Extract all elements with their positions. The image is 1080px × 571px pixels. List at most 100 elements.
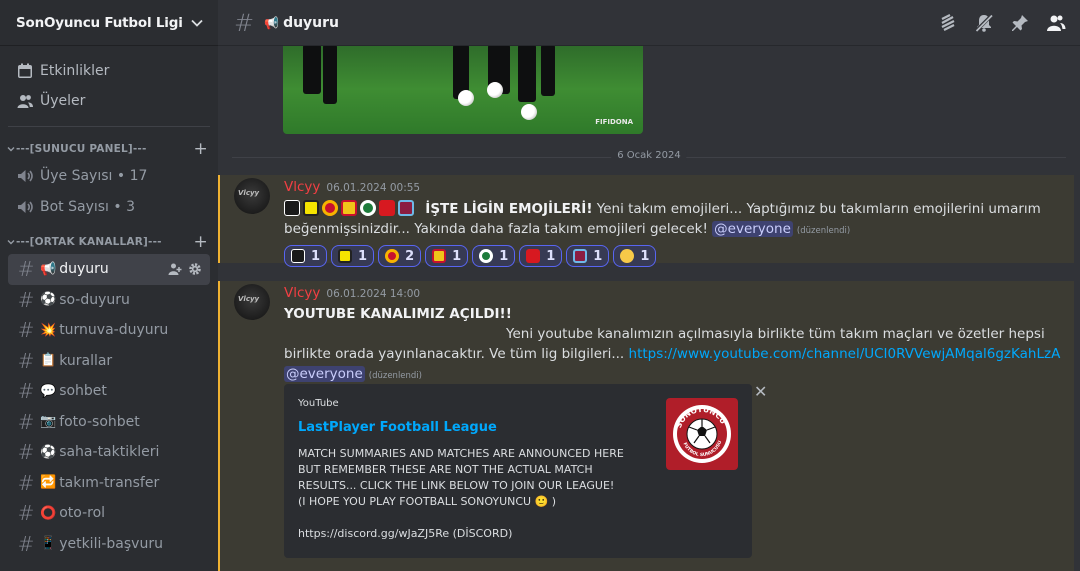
channel-duyuru[interactable]: # 📢 duyuru [8, 254, 210, 285]
message-timestamp: 06.01.2024 00:55 [326, 182, 421, 194]
channel-emoji: 🔁 [40, 475, 57, 491]
message[interactable]: Vlcyy Vlcyy 06.01.2024 00:55 İŞTE LİGİN E… [218, 175, 1074, 267]
category-ortak-kanallar[interactable]: ---[ORTAK KANALLAR]--- + [0, 230, 218, 254]
hash-icon: # [17, 501, 35, 526]
embed-thumbnail[interactable]: SONOYUNCU FUTBOL SUNUCUSU [666, 398, 738, 470]
channel-emoji: 💥 [40, 322, 57, 338]
reaction-button[interactable]: 1 [613, 245, 657, 267]
channel-emoji: 📢 [40, 261, 57, 277]
nav-events-label: Etkinlikler [40, 63, 110, 79]
chevron-down-icon [191, 19, 203, 27]
avatar[interactable]: Vlcyy [234, 284, 270, 320]
notification-muted-icon[interactable] [974, 13, 994, 33]
message-text: Yeni takım emojileri... Yaptığımız bu ta… [592, 201, 1041, 217]
reaction-count: 1 [640, 248, 650, 264]
voice-channel-bot-sayisi[interactable]: Bot Sayısı • 3 [8, 192, 210, 223]
reaction-count: 1 [452, 248, 462, 264]
reaction-button[interactable]: 1 [425, 245, 469, 267]
team-emoji-icon [385, 249, 400, 263]
message-author[interactable]: Vlcyy [284, 179, 320, 195]
channel-header: # 📢 duyuru [218, 0, 1080, 46]
member-list-icon[interactable] [1046, 13, 1066, 33]
server-header[interactable]: SonOyuncu Futbol Ligi [0, 0, 218, 46]
nav-events[interactable]: Etkinlikler [8, 56, 210, 86]
channel-title: duyuru [283, 14, 340, 31]
nav-members[interactable]: Üyeler [8, 86, 210, 116]
channel-emoji: ⚽ [40, 292, 57, 308]
channel-label: turnuva-duyuru [59, 322, 169, 339]
nav-members-label: Üyeler [40, 93, 86, 109]
voice-channel-uye-sayisi[interactable]: Üye Sayısı • 17 [8, 161, 210, 192]
date-label: 6 Ocak 2024 [611, 150, 687, 161]
channel-oto-rol[interactable]: # ⭕ oto-rol [8, 498, 210, 529]
everyone-mention[interactable]: @everyone [712, 221, 793, 237]
channel-foto-sohbet[interactable]: # 📷 foto-sohbet [8, 407, 210, 438]
invite-icon[interactable] [168, 262, 182, 276]
channel-emoji: 💬 [40, 383, 57, 399]
category-sunucu-panel[interactable]: ---[SUNUCU PANEL]--- + [0, 137, 218, 161]
voice-channel-label: Bot Sayısı • 3 [40, 198, 135, 215]
embed-title[interactable]: LastPlayer Football League [298, 420, 497, 435]
message[interactable]: Vlcyy Vlcyy 06.01.2024 14:00 YOUTUBE KANA… [218, 281, 1074, 571]
channel-turnuva-duyuru[interactable]: # 💥 turnuva-duyuru [8, 315, 210, 346]
team-emoji-icon [398, 200, 414, 216]
team-emoji-icon [322, 200, 338, 216]
video-thumbnail[interactable]: FIFIDONA [283, 44, 643, 134]
channel-emoji: 📷 [40, 414, 57, 430]
threads-icon[interactable] [938, 13, 958, 33]
hash-icon: # [17, 409, 35, 434]
channel-label: so-duyuru [59, 291, 130, 308]
channel-so-duyuru[interactable]: # ⚽ so-duyuru [8, 285, 210, 316]
message-timestamp: 06.01.2024 14:00 [326, 288, 421, 300]
avatar[interactable]: Vlcyy [234, 178, 270, 214]
add-channel-icon[interactable]: + [194, 140, 208, 158]
chat-area: # 📢 duyuru FIFIDONA 6 Ocak 2024 Vlcyy Vl… [218, 0, 1080, 571]
close-icon[interactable]: ✕ [754, 382, 767, 401]
embed-description: MATCH SUMMARIES AND MATCHES ARE ANNOUNCE… [298, 447, 624, 540]
reaction-button[interactable]: 1 [519, 245, 563, 267]
embed-provider[interactable]: YouTube [298, 398, 339, 409]
chevron-down-icon [7, 240, 15, 245]
channel-label: foto-sohbet [59, 413, 140, 430]
link-embed: YouTube LastPlayer Football League MATCH… [284, 384, 752, 558]
channel-kurallar[interactable]: # 📋 kurallar [8, 346, 210, 377]
reaction-bar: 1 1 2 1 1 1 1 1 [284, 245, 1062, 267]
youtube-link[interactable]: https://www.youtube.com/channel/UCI0RVVe… [629, 346, 1061, 362]
team-emoji-icon [379, 200, 395, 216]
hash-icon: # [17, 379, 35, 404]
channel-sohbet[interactable]: # 💬 sohbet [8, 376, 210, 407]
reaction-button[interactable]: 1 [566, 245, 610, 267]
message-text: beğenmişsinizdir... Yakında daha fazla t… [284, 221, 713, 237]
edited-label: (düzenlendi) [368, 371, 422, 381]
channel-sidebar: SonOyuncu Futbol Ligi Etkinlikler Üyeler… [0, 0, 218, 571]
category-label: ---[ORTAK KANALLAR]--- [16, 236, 162, 248]
server-name: SonOyuncu Futbol Ligi [16, 14, 183, 31]
channel-yetkili-basvuru[interactable]: # 📱 yetkili-başvuru [8, 529, 210, 560]
sidebar-divider [8, 126, 210, 127]
team-emoji-icon [303, 200, 319, 216]
team-emoji-icon [341, 200, 357, 216]
edited-label: (düzenlendi) [796, 226, 851, 236]
reaction-button[interactable]: 1 [331, 245, 375, 267]
channel-takim-transfer[interactable]: # 🔁 takım-transfer [8, 468, 210, 499]
hash-icon: # [17, 531, 35, 556]
everyone-mention[interactable]: @everyone [284, 366, 365, 382]
reaction-button[interactable]: 1 [472, 245, 516, 267]
reaction-count: 1 [546, 248, 556, 264]
reaction-button[interactable]: 2 [378, 245, 422, 267]
channel-emoji: 📱 [40, 536, 57, 552]
pin-icon[interactable] [1010, 13, 1030, 33]
gear-icon[interactable] [188, 262, 202, 276]
team-emoji-icon [360, 200, 376, 216]
team-emoji-icon [573, 249, 588, 263]
add-channel-icon[interactable]: + [194, 233, 208, 251]
channel-emoji: ⚽ [40, 444, 57, 460]
reaction-button[interactable]: 1 [284, 245, 328, 267]
team-emoji-icon [291, 249, 305, 263]
channel-label: sohbet [59, 383, 107, 400]
message-author[interactable]: Vlcyy [284, 285, 320, 301]
channel-saha-taktikleri[interactable]: # ⚽ saha-taktikleri [8, 437, 210, 468]
speaker-icon [18, 200, 33, 213]
message-text: birlikte orada yayınlanacaktır. Ve tüm l… [284, 346, 629, 362]
hash-icon: # [17, 440, 35, 465]
